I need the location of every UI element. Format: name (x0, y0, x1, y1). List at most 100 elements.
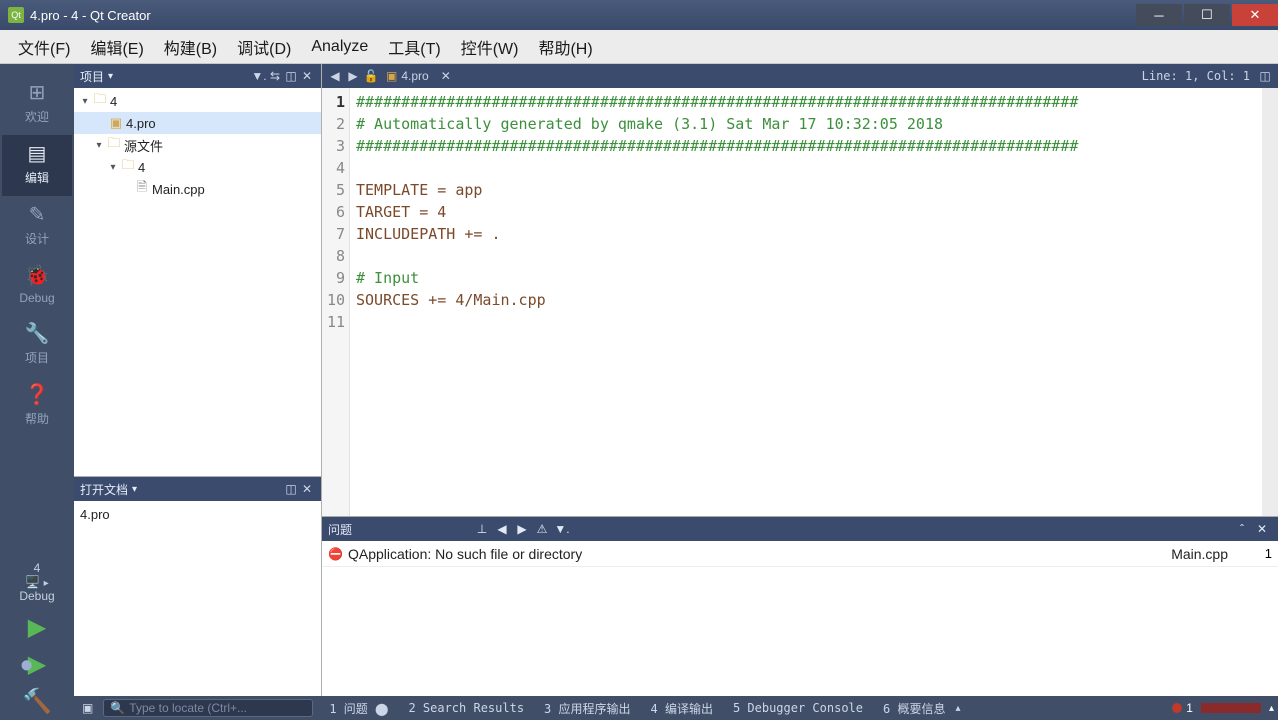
collapse-icon[interactable]: ˆ (1232, 522, 1252, 536)
folder-icon: 🗀 (92, 90, 108, 112)
split-icon[interactable]: ◫ (283, 69, 299, 83)
editor-filename: 4.pro (401, 69, 428, 83)
close-issues-icon[interactable]: ✕ (1252, 522, 1272, 536)
issue-file: Main.cpp (1171, 546, 1228, 562)
filter-icon[interactable]: ▼. (552, 522, 572, 536)
project-tree: ▾ 🗀 4 ▣ 4.pro ▾ 🗀 源文件 ▾ (74, 88, 321, 476)
mode-help[interactable]: ❓ 帮助 (2, 376, 72, 437)
vertical-scrollbar[interactable] (1262, 88, 1278, 516)
menubar: 文件(F) 编辑(E) 构建(B) 调试(D) Analyze 工具(T) 控件… (0, 30, 1278, 64)
minimize-button[interactable]: ─ (1136, 4, 1182, 26)
issues-header: 问题 ⊥ ◀ ▶ ⚠ ▼. ˆ ✕ (322, 517, 1278, 541)
build-progress (1201, 703, 1261, 713)
open-documents-panel: 打开文档 ▾ ◫ ✕ 4.pro (74, 476, 321, 696)
progress-toggle-icon[interactable]: ▴ (1269, 703, 1274, 714)
pane-app-output[interactable]: 3 应用程序输出 (534, 700, 640, 717)
build-button[interactable]: 🔨 (22, 683, 52, 720)
split-editor-icon[interactable]: ◫ (1256, 69, 1274, 83)
open-documents-title: 打开文档 (80, 481, 128, 498)
modebar: ⊞ 欢迎 ▤ 编辑 ✎ 设计 🐞 Debug 🔧 项目 ❓ 帮助 4 🖥️ ▸ … (0, 64, 74, 720)
warning-filter-icon[interactable]: ⚠ (532, 522, 552, 536)
expand-icon[interactable]: ▾ (78, 96, 92, 107)
pro-file-icon: ▣ (108, 115, 124, 131)
maximize-button[interactable]: ☐ (1184, 4, 1230, 26)
titlebar: Qt 4.pro - 4 - Qt Creator ─ ☐ ✕ (0, 0, 1278, 30)
editor-file-tab[interactable]: ▣ 4.pro (380, 69, 435, 83)
run-button[interactable]: ▶ (28, 609, 46, 646)
mode-debug[interactable]: 🐞 Debug (2, 257, 72, 315)
tree-label: Main.cpp (152, 182, 205, 197)
menu-file[interactable]: 文件(F) (8, 31, 80, 63)
menu-debug[interactable]: 调试(D) (227, 31, 301, 63)
mode-welcome[interactable]: ⊞ 欢迎 (2, 74, 72, 135)
pane-debugger-console[interactable]: 5 Debugger Console (723, 701, 873, 715)
toggle-sidebar-icon[interactable]: ▣ (78, 701, 97, 715)
expand-icon[interactable]: ▾ (106, 162, 120, 173)
desktop-icon: 🖥️ ▸ (25, 575, 48, 589)
locator-placeholder: Type to locate (Ctrl+... (129, 701, 247, 715)
menu-tools[interactable]: 工具(T) (378, 31, 450, 63)
split-icon[interactable]: ◫ (283, 482, 299, 496)
close-tab-icon[interactable]: ✕ (441, 69, 451, 83)
lock-icon[interactable]: 🔓 (362, 69, 380, 83)
editor-toolbar: ◀ ▶ 🔓 ▣ 4.pro ✕ Line: 1, Col: 1 ◫ (322, 64, 1278, 88)
issue-row[interactable]: ⛔ QApplication: No such file or director… (322, 541, 1278, 567)
close-panel-icon[interactable]: ✕ (299, 482, 315, 496)
tree-sources[interactable]: ▾ 🗀 源文件 (74, 134, 321, 156)
tree-root[interactable]: ▾ 🗀 4 (74, 90, 321, 112)
issue-line: 1 (1248, 546, 1272, 561)
mode-design[interactable]: ✎ 设计 (2, 196, 72, 257)
sync-icon[interactable]: ⇆ (267, 69, 283, 83)
design-icon: ✎ (29, 202, 46, 227)
kit-selector[interactable]: 4 🖥️ ▸ Debug (2, 555, 72, 609)
clear-icon[interactable]: ⊥ (472, 522, 492, 536)
tree-label: 4 (138, 160, 145, 175)
open-document-item[interactable]: 4.pro (80, 505, 315, 524)
folder-icon: 🗀 (120, 156, 136, 178)
tree-subfolder[interactable]: ▾ 🗀 4 (74, 156, 321, 178)
sidebar: 项目 ▾ ▼. ⇆ ◫ ✕ ▾ 🗀 4 ▣ 4.pro (74, 64, 322, 696)
project-icon: 🔧 (25, 321, 50, 346)
expand-icon[interactable]: ▾ (92, 140, 106, 151)
menu-help[interactable]: 帮助(H) (528, 31, 602, 63)
tree-main-cpp[interactable]: 🗎 Main.cpp (74, 178, 321, 200)
issue-message: QApplication: No such file or directory (348, 546, 1171, 562)
menu-build[interactable]: 构建(B) (154, 31, 227, 63)
more-panes-icon[interactable]: ▴ (955, 703, 960, 714)
nav-fwd-icon[interactable]: ▶ (344, 69, 362, 83)
pane-search[interactable]: 2 Search Results (398, 701, 534, 715)
project-panel-header: 项目 ▾ ▼. ⇆ ◫ ✕ (74, 64, 321, 88)
menu-analyze[interactable]: Analyze (301, 34, 378, 60)
filter-icon[interactable]: ▼. (251, 69, 267, 83)
next-icon[interactable]: ▶ (512, 522, 532, 536)
debug-run-button[interactable]: ▶⬤ (28, 646, 46, 683)
cursor-position: Line: 1, Col: 1 (1142, 69, 1256, 83)
pane-issues[interactable]: 1 问题 ⬤ (319, 700, 398, 717)
error-count[interactable]: 1 ▴ (1172, 701, 1274, 715)
open-documents-list: 4.pro (74, 501, 321, 696)
locator-input[interactable]: 🔍 Type to locate (Ctrl+... (103, 699, 313, 717)
dropdown-icon[interactable]: ▾ (132, 484, 137, 495)
window-title: 4.pro - 4 - Qt Creator (30, 8, 1134, 23)
tree-pro-file[interactable]: ▣ 4.pro (74, 112, 321, 134)
pane-summary[interactable]: 6 概要信息 (873, 700, 955, 717)
dropdown-icon[interactable]: ▾ (108, 71, 113, 82)
pane-compile-output[interactable]: 4 编译输出 (641, 700, 723, 717)
open-documents-header: 打开文档 ▾ ◫ ✕ (74, 477, 321, 501)
edit-icon: ▤ (28, 141, 47, 166)
prev-icon[interactable]: ◀ (492, 522, 512, 536)
mode-edit[interactable]: ▤ 编辑 (2, 135, 72, 196)
code-area[interactable]: ########################################… (350, 88, 1262, 516)
menu-edit[interactable]: 编辑(E) (80, 31, 153, 63)
code-editor[interactable]: 123 456 789 1011 #######################… (322, 88, 1278, 516)
nav-back-icon[interactable]: ◀ (326, 69, 344, 83)
mode-label: 欢迎 (25, 108, 49, 125)
kit-name: 4 (34, 561, 41, 575)
close-button[interactable]: ✕ (1232, 4, 1278, 26)
project-panel-title: 项目 (80, 68, 104, 85)
debug-icon: 🐞 (25, 263, 50, 288)
issues-title: 问题 (328, 521, 352, 538)
menu-widgets[interactable]: 控件(W) (451, 31, 529, 63)
close-panel-icon[interactable]: ✕ (299, 69, 315, 83)
mode-project[interactable]: 🔧 项目 (2, 315, 72, 376)
